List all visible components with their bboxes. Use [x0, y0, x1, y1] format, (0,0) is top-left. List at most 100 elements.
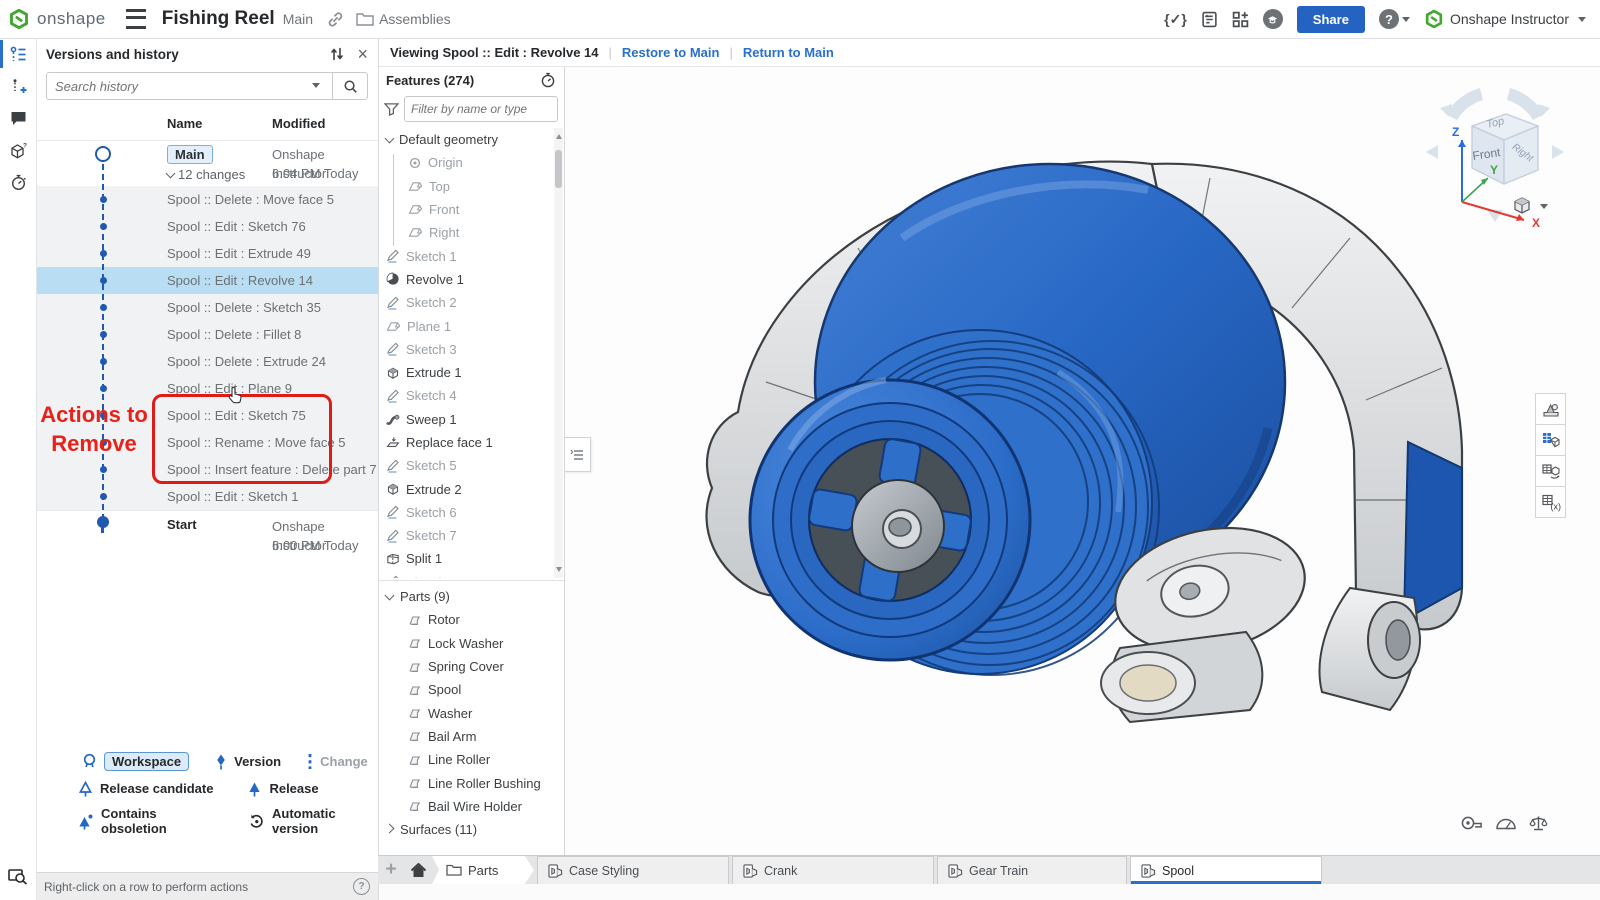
history-row[interactable]: Spool :: Edit : Plane 9 — [36, 375, 378, 402]
release-notes-icon[interactable] — [1201, 11, 1218, 28]
return-to-main-link[interactable]: Return to Main — [743, 45, 834, 60]
history-row-main[interactable]: Main 12 changes Onshape Instructor 6:04 … — [36, 140, 378, 187]
feature-row[interactable]: Sketch 7 — [378, 524, 564, 547]
search-button[interactable] — [332, 72, 368, 100]
link-icon[interactable] — [327, 11, 344, 28]
protractor-icon[interactable] — [1495, 816, 1517, 830]
part-row[interactable]: Spool — [378, 678, 564, 701]
rail-history-timer[interactable] — [0, 166, 36, 198]
rail-versions-and-history[interactable] — [0, 38, 36, 70]
mass-properties-icon[interactable] — [1529, 815, 1548, 831]
feature-list-flyout-handle[interactable] — [564, 437, 591, 472]
search-history-input[interactable] — [46, 72, 332, 100]
default-geometry-header[interactable]: Default geometry — [378, 128, 564, 151]
workspace-node-icon[interactable] — [95, 146, 111, 162]
tape-measure-icon[interactable] — [1460, 815, 1483, 831]
rail-comments[interactable] — [0, 102, 36, 134]
onshape-logo[interactable]: onshape — [0, 8, 116, 30]
tab-case-styling[interactable]: Case Styling — [537, 856, 729, 884]
history-row[interactable]: Spool :: Edit : Sketch 76 — [36, 213, 378, 240]
feature-row[interactable]: Sketch 1 — [378, 244, 564, 267]
help-menu[interactable]: ? — [1379, 9, 1410, 29]
share-button[interactable]: Share — [1297, 6, 1365, 33]
document-menu-icon[interactable] — [126, 9, 146, 29]
history-row[interactable]: Spool :: Delete : Extrude 24 — [36, 348, 378, 375]
features-scrollbar[interactable] — [554, 128, 563, 578]
linked-assemblies[interactable]: Assemblies — [379, 11, 451, 27]
filter-funnel-icon[interactable] — [384, 102, 399, 116]
history-row[interactable]: Spool :: Edit : Revolve 14 — [36, 267, 378, 294]
feature-filter-input[interactable] — [404, 96, 558, 122]
feature-row[interactable]: Origin — [378, 151, 564, 174]
parts-group-header[interactable]: Parts (9) — [378, 585, 564, 608]
changes-toggle[interactable]: 12 changes — [167, 167, 245, 182]
tab-parts[interactable]: Parts — [432, 856, 534, 884]
history-row-start[interactable]: Start Onshape Instructor 6:00 PM Today — [36, 510, 378, 557]
branch-name[interactable]: Main — [283, 11, 313, 27]
part-row[interactable]: Spring Cover — [378, 655, 564, 678]
feature-row[interactable]: Front — [378, 198, 564, 221]
part-row[interactable]: Rotor — [378, 608, 564, 631]
configurations-panel-button[interactable] — [1535, 455, 1566, 487]
view-options-dropdown[interactable] — [1512, 196, 1548, 216]
close-panel-icon[interactable]: × — [357, 44, 368, 65]
appearance-panel-button[interactable] — [1535, 393, 1566, 425]
rail-create-version[interactable] — [0, 70, 36, 102]
history-row[interactable]: Spool :: Delete : Sketch 35 — [36, 294, 378, 321]
learning-center-icon[interactable] — [1263, 9, 1283, 29]
history-row[interactable]: Spool :: Delete : Fillet 8 — [36, 321, 378, 348]
feature-row[interactable]: Plane 1 — [378, 314, 564, 337]
feature-row[interactable]: Split 1 — [378, 547, 564, 570]
feature-row[interactable]: Sketch 6 — [378, 501, 564, 524]
part-row[interactable]: Bail Arm — [378, 725, 564, 748]
part-row[interactable]: Line Roller — [378, 748, 564, 771]
surfaces-group-header[interactable]: Surfaces (11) — [378, 818, 564, 841]
feature-row[interactable]: Sketch 2 — [378, 291, 564, 314]
rail-documentation-cube[interactable]: ? — [0, 134, 36, 166]
feature-row[interactable]: Right — [378, 221, 564, 244]
feature-row[interactable]: Top — [378, 175, 564, 198]
variables-panel-button[interactable]: (x) — [1535, 486, 1566, 518]
feature-row[interactable]: Sketch 4 — [378, 384, 564, 407]
appearance-icon — [1541, 399, 1561, 419]
tab-gear-train[interactable]: Gear Train — [937, 856, 1127, 884]
variables-icon: (x) — [1541, 492, 1561, 512]
part-row[interactable]: Line Roller Bushing — [378, 771, 564, 794]
viewport-3d[interactable]: Top Front Right Z X Y (x) — [564, 66, 1600, 855]
user-menu[interactable]: Onshape Instructor — [1424, 9, 1586, 29]
feature-row[interactable]: Extrude 1 — [378, 361, 564, 384]
feature-row[interactable]: Sketch 3 — [378, 338, 564, 361]
history-row[interactable]: Spool :: Delete : Move face 5 — [36, 186, 378, 213]
new-tab-button[interactable]: + — [378, 856, 404, 884]
restore-to-main-link[interactable]: Restore to Main — [622, 45, 720, 60]
tables-panel-button[interactable] — [1535, 424, 1566, 456]
rail-follow-mode[interactable] — [0, 860, 36, 892]
timeline-dot-icon — [100, 466, 107, 473]
status-bar: Right-click on a row to perform actions … — [36, 872, 378, 900]
featurescript-icon[interactable]: {✓} — [1164, 11, 1187, 28]
part-row[interactable]: Washer — [378, 701, 564, 724]
feature-row[interactable]: Sweep 1 — [378, 408, 564, 431]
feature-row[interactable]: Sketch 5 — [378, 454, 564, 477]
version-icon — [215, 753, 227, 770]
timeline-dot-icon — [100, 493, 107, 500]
compare-versions-icon[interactable] — [329, 46, 345, 62]
history-row[interactable]: Spool :: Edit : Extrude 49 — [36, 240, 378, 267]
legend-release: Release — [247, 780, 318, 797]
home-tab-button[interactable] — [404, 856, 432, 884]
tab-spool[interactable]: Spool — [1130, 856, 1322, 884]
rollback-timer-icon[interactable] — [540, 72, 556, 88]
status-help-icon[interactable]: ? — [353, 878, 370, 895]
feature-row[interactable]: Extrude 2 — [378, 477, 564, 500]
main-branch-badge[interactable]: Main — [167, 145, 213, 164]
tab-crank[interactable]: Crank — [732, 856, 934, 884]
app-store-icon[interactable] — [1232, 11, 1249, 28]
history-row[interactable]: Spool :: Insert feature : Delete part 7 — [36, 456, 378, 483]
search-filter-caret-icon[interactable] — [312, 83, 320, 88]
feature-row[interactable]: Sketch 8 — [378, 571, 564, 578]
part-row[interactable]: Lock Washer — [378, 632, 564, 655]
history-row[interactable]: Spool :: Edit : Sketch 1 — [36, 483, 378, 510]
part-row[interactable]: Bail Wire Holder — [378, 795, 564, 818]
feature-row[interactable]: Replace face 1 — [378, 431, 564, 454]
feature-row[interactable]: Revolve 1 — [378, 268, 564, 291]
